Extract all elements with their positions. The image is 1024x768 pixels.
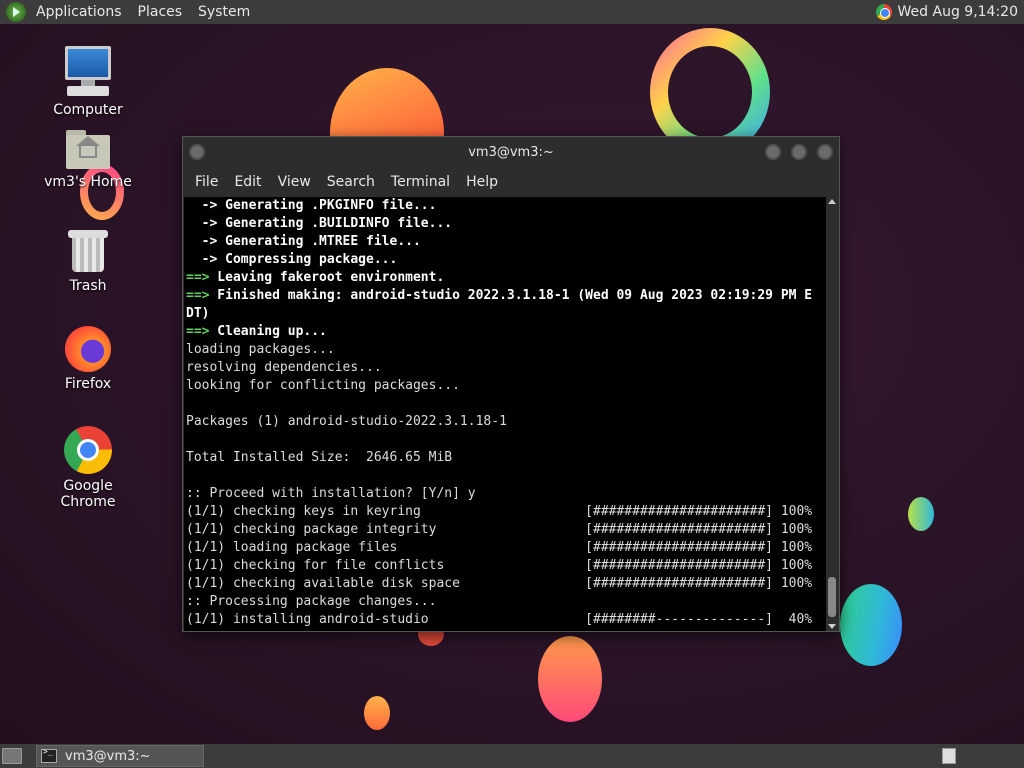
- terminal-line: (1/1) checking available disk space [###…: [186, 576, 813, 591]
- terminal-line: (1/1) installing android-studio [#######…: [186, 612, 813, 627]
- wallpaper-small-orange-blob: [364, 696, 390, 730]
- terminal-line: DT): [186, 306, 210, 321]
- terminal-line: (1/1) loading package files [###########…: [186, 540, 813, 555]
- places-menu[interactable]: Places: [130, 0, 191, 24]
- main-menu-logo-icon[interactable]: [6, 2, 26, 22]
- desktop-icon-label: Trash: [69, 278, 107, 294]
- desktop-icon-label: Google Chrome: [60, 478, 116, 510]
- terminal-line: :: Processing package changes...: [186, 594, 437, 609]
- scrollbar[interactable]: [826, 197, 838, 631]
- scroll-up-arrow-icon[interactable]: [828, 199, 836, 204]
- terminal-line: -> Compressing package...: [186, 252, 398, 267]
- desktop-icon-label: vm3's Home: [44, 174, 132, 190]
- terminal-line: :: Proceed with installation? [Y/n] y: [186, 486, 476, 501]
- applications-menu[interactable]: Applications: [28, 0, 130, 24]
- window-menu-button[interactable]: [189, 144, 205, 160]
- wallpaper-green-blob: [840, 584, 902, 666]
- scroll-down-arrow-icon[interactable]: [828, 624, 836, 629]
- desktop-icon-firefox[interactable]: Firefox: [38, 326, 138, 392]
- chrome-icon: [64, 426, 112, 474]
- menu-terminal[interactable]: Terminal: [383, 167, 458, 197]
- workspace-switcher[interactable]: [942, 748, 956, 764]
- desktop-icon-chrome[interactable]: Google Chrome: [38, 426, 138, 510]
- terminal-line: resolving dependencies...: [186, 360, 382, 375]
- title-bar[interactable]: vm3@vm3:~: [183, 137, 839, 167]
- terminal-line: -> Generating .MTREE file...: [186, 234, 421, 249]
- firefox-icon: [65, 326, 111, 372]
- terminal-output[interactable]: -> Generating .PKGINFO file... -> Genera…: [184, 197, 828, 631]
- terminal-line: ==> Finished making: android-studio 2022…: [186, 288, 813, 303]
- desktop-icon-label: Firefox: [64, 376, 112, 392]
- terminal-line: (1/1) checking keys in keyring [########…: [186, 504, 813, 519]
- terminal-line: looking for conflicting packages...: [186, 378, 460, 393]
- terminal-line: (1/1) checking package integrity [######…: [186, 522, 813, 537]
- desktop-icon-computer[interactable]: Computer: [38, 46, 138, 118]
- terminal-window[interactable]: vm3@vm3:~ File Edit View Search Terminal…: [182, 136, 840, 632]
- desktop-icon-label: Computer: [53, 102, 123, 118]
- system-menu[interactable]: System: [190, 0, 258, 24]
- taskbar-window-label: vm3@vm3:~: [65, 748, 151, 764]
- terminal-line: loading packages...: [186, 342, 335, 357]
- minimize-button[interactable]: [765, 144, 781, 160]
- panel-tray: Wed Aug 9,14:20: [875, 4, 1024, 20]
- terminal-icon: [41, 747, 57, 763]
- terminal-line: ==> Leaving fakeroot environment.: [186, 270, 445, 285]
- wallpaper-lime-blob: [908, 497, 934, 531]
- terminal-line: -> Generating .PKGINFO file...: [186, 198, 437, 213]
- desktop-icon-home[interactable]: vm3's Home: [38, 130, 138, 190]
- wallpaper-pink-blob: [538, 636, 602, 722]
- menu-search[interactable]: Search: [319, 167, 383, 197]
- menu-view[interactable]: View: [270, 167, 319, 197]
- chrome-tray-icon[interactable]: [875, 4, 892, 20]
- computer-icon: [63, 46, 113, 98]
- scrollbar-thumb[interactable]: [828, 577, 836, 617]
- clock[interactable]: Wed Aug 9,14:20: [898, 4, 1018, 20]
- terminal-line: ==> Cleaning up...: [186, 324, 327, 339]
- bottom-panel: vm3@vm3:~: [0, 744, 1024, 768]
- menu-help[interactable]: Help: [458, 167, 506, 197]
- terminal-line: (1/1) checking for file conflicts [#####…: [186, 558, 813, 573]
- desktop-icon-trash[interactable]: Trash: [38, 228, 138, 294]
- window-title: vm3@vm3:~: [468, 144, 554, 160]
- trash-icon: [68, 228, 108, 274]
- terminal-line: -> Generating .BUILDINFO file...: [186, 216, 453, 231]
- taskbar-window-button[interactable]: vm3@vm3:~: [36, 745, 204, 767]
- terminal-line: Total Installed Size: 2646.65 MiB: [186, 450, 453, 465]
- terminal-line: Packages (1) android-studio-2022.3.1.18-…: [186, 414, 507, 429]
- home-folder-icon: [66, 130, 110, 170]
- menu-bar: File Edit View Search Terminal Help: [183, 167, 839, 197]
- menu-file[interactable]: File: [187, 167, 226, 197]
- terminal-lines: -> Generating .PKGINFO file... -> Genera…: [184, 197, 828, 629]
- menu-edit[interactable]: Edit: [226, 167, 269, 197]
- top-panel: Applications Places System Wed Aug 9,14:…: [0, 0, 1024, 24]
- maximize-button[interactable]: [791, 144, 807, 160]
- close-button[interactable]: [817, 144, 833, 160]
- show-desktop-icon[interactable]: [2, 748, 22, 764]
